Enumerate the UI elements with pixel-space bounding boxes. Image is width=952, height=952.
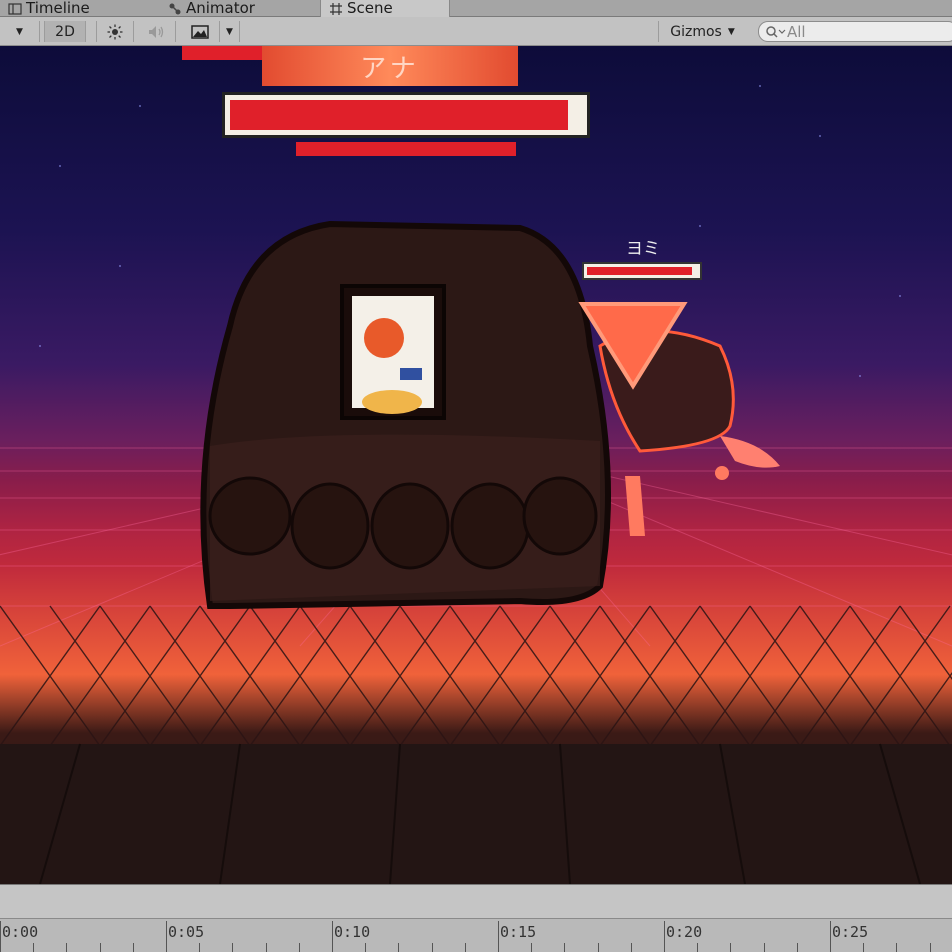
timeline-tick-label: 0:25 — [832, 923, 869, 941]
tab-label: Timeline — [26, 0, 90, 17]
timeline-minor-tick — [464, 943, 466, 952]
tab-scene[interactable]: Scene — [320, 0, 450, 17]
scene-effects-button[interactable] — [180, 21, 220, 42]
enemy-character — [578, 302, 780, 536]
timeline-minor-tick — [365, 943, 367, 952]
timeline-minor-tick — [232, 943, 234, 952]
timeline-minor-tick — [564, 943, 566, 952]
speaker-icon — [148, 25, 163, 38]
timeline-band — [0, 885, 952, 919]
sun-icon — [107, 24, 123, 39]
timeline-minor-tick — [763, 943, 765, 952]
effects-dropdown[interactable]: ▼ — [220, 21, 240, 42]
enemy-health-bar — [582, 262, 702, 280]
image-icon — [190, 24, 209, 39]
timeline-minor-tick — [863, 943, 865, 952]
scene-toolbar: ▼ 2D ▼ Gizmos ▼ All — [0, 17, 952, 46]
timeline-minor-tick — [265, 943, 267, 952]
scene-render — [0, 46, 952, 884]
animator-icon — [169, 3, 181, 14]
scene-lighting-button[interactable] — [96, 21, 134, 42]
timeline-minor-tick — [398, 943, 400, 952]
timeline-minor-tick — [431, 943, 433, 952]
toggle-2d-button[interactable]: 2D — [44, 21, 86, 42]
timeline-minor-tick — [298, 943, 300, 952]
tab-animator[interactable]: Animator — [160, 0, 263, 17]
banner-strip — [182, 46, 266, 60]
timeline-icon — [8, 2, 22, 15]
timeline-minor-tick — [597, 943, 599, 952]
timeline-minor-tick — [66, 943, 68, 952]
boss-health-fill — [230, 100, 568, 130]
chain-link-fence — [0, 605, 952, 747]
toggle-2d-label: 2D — [55, 23, 75, 40]
shading-mode-dropdown[interactable]: ▼ — [0, 21, 40, 42]
timeline-minor-tick — [199, 943, 201, 952]
enemy-name: ヨミ — [626, 239, 660, 259]
enemy-health-fill — [587, 267, 692, 275]
timeline-tick-label: 0:20 — [666, 923, 703, 941]
portrait-hair — [364, 318, 404, 358]
timeline-major-tick — [830, 921, 831, 952]
scene-grid-icon — [330, 2, 342, 15]
tab-timeline[interactable]: Timeline — [0, 0, 98, 17]
timeline-tick-label: 0:05 — [168, 923, 205, 941]
gizmos-dropdown[interactable]: Gizmos ▼ — [658, 21, 746, 42]
timeline-tick-label: 0:15 — [500, 923, 537, 941]
chevron-down-icon: ▼ — [727, 26, 735, 37]
scene-search-input[interactable]: All — [758, 21, 952, 42]
timeline-tick-label: 0:10 — [334, 923, 371, 941]
chevron-down-icon: ▼ — [16, 26, 23, 37]
timeline-minor-tick — [929, 943, 931, 952]
timeline-ruler[interactable]: 0:00 0:05 0:10 0:15 0:20 0:25 — [0, 884, 952, 952]
timeline-minor-tick — [796, 943, 798, 952]
tab-label: Animator — [186, 0, 255, 17]
boss-name-banner: アナ — [262, 46, 518, 86]
chevron-down-icon: ▼ — [226, 26, 233, 37]
timeline-major-tick — [498, 921, 499, 952]
search-icon — [766, 25, 786, 38]
timeline-major-tick — [332, 921, 333, 952]
gizmos-label: Gizmos — [670, 23, 722, 40]
timeline-minor-tick — [697, 943, 699, 952]
timeline-minor-tick — [630, 943, 632, 952]
tab-label: Scene — [347, 0, 393, 17]
timeline-minor-tick — [33, 943, 35, 952]
timeline-minor-tick — [896, 943, 898, 952]
scene-viewport[interactable]: アナ ヨミ — [0, 46, 952, 884]
wooden-floor — [0, 744, 952, 884]
timeline-major-tick — [166, 921, 167, 952]
timeline-minor-tick — [132, 943, 134, 952]
search-placeholder: All — [787, 22, 806, 41]
boss-health-bar — [222, 92, 590, 138]
boss-character — [200, 220, 611, 609]
banner-strip — [296, 142, 516, 156]
timeline-major-tick — [664, 921, 665, 952]
timeline-minor-tick — [730, 943, 732, 952]
timeline-major-tick — [0, 921, 1, 952]
scene-audio-button[interactable] — [138, 21, 176, 42]
boss-name: アナ — [360, 53, 420, 84]
timeline-tick-label: 0:00 — [2, 923, 39, 941]
window-tab-bar: Timeline Animator Scene — [0, 0, 952, 17]
timeline-minor-tick — [531, 943, 533, 952]
timeline-minor-tick — [99, 943, 101, 952]
